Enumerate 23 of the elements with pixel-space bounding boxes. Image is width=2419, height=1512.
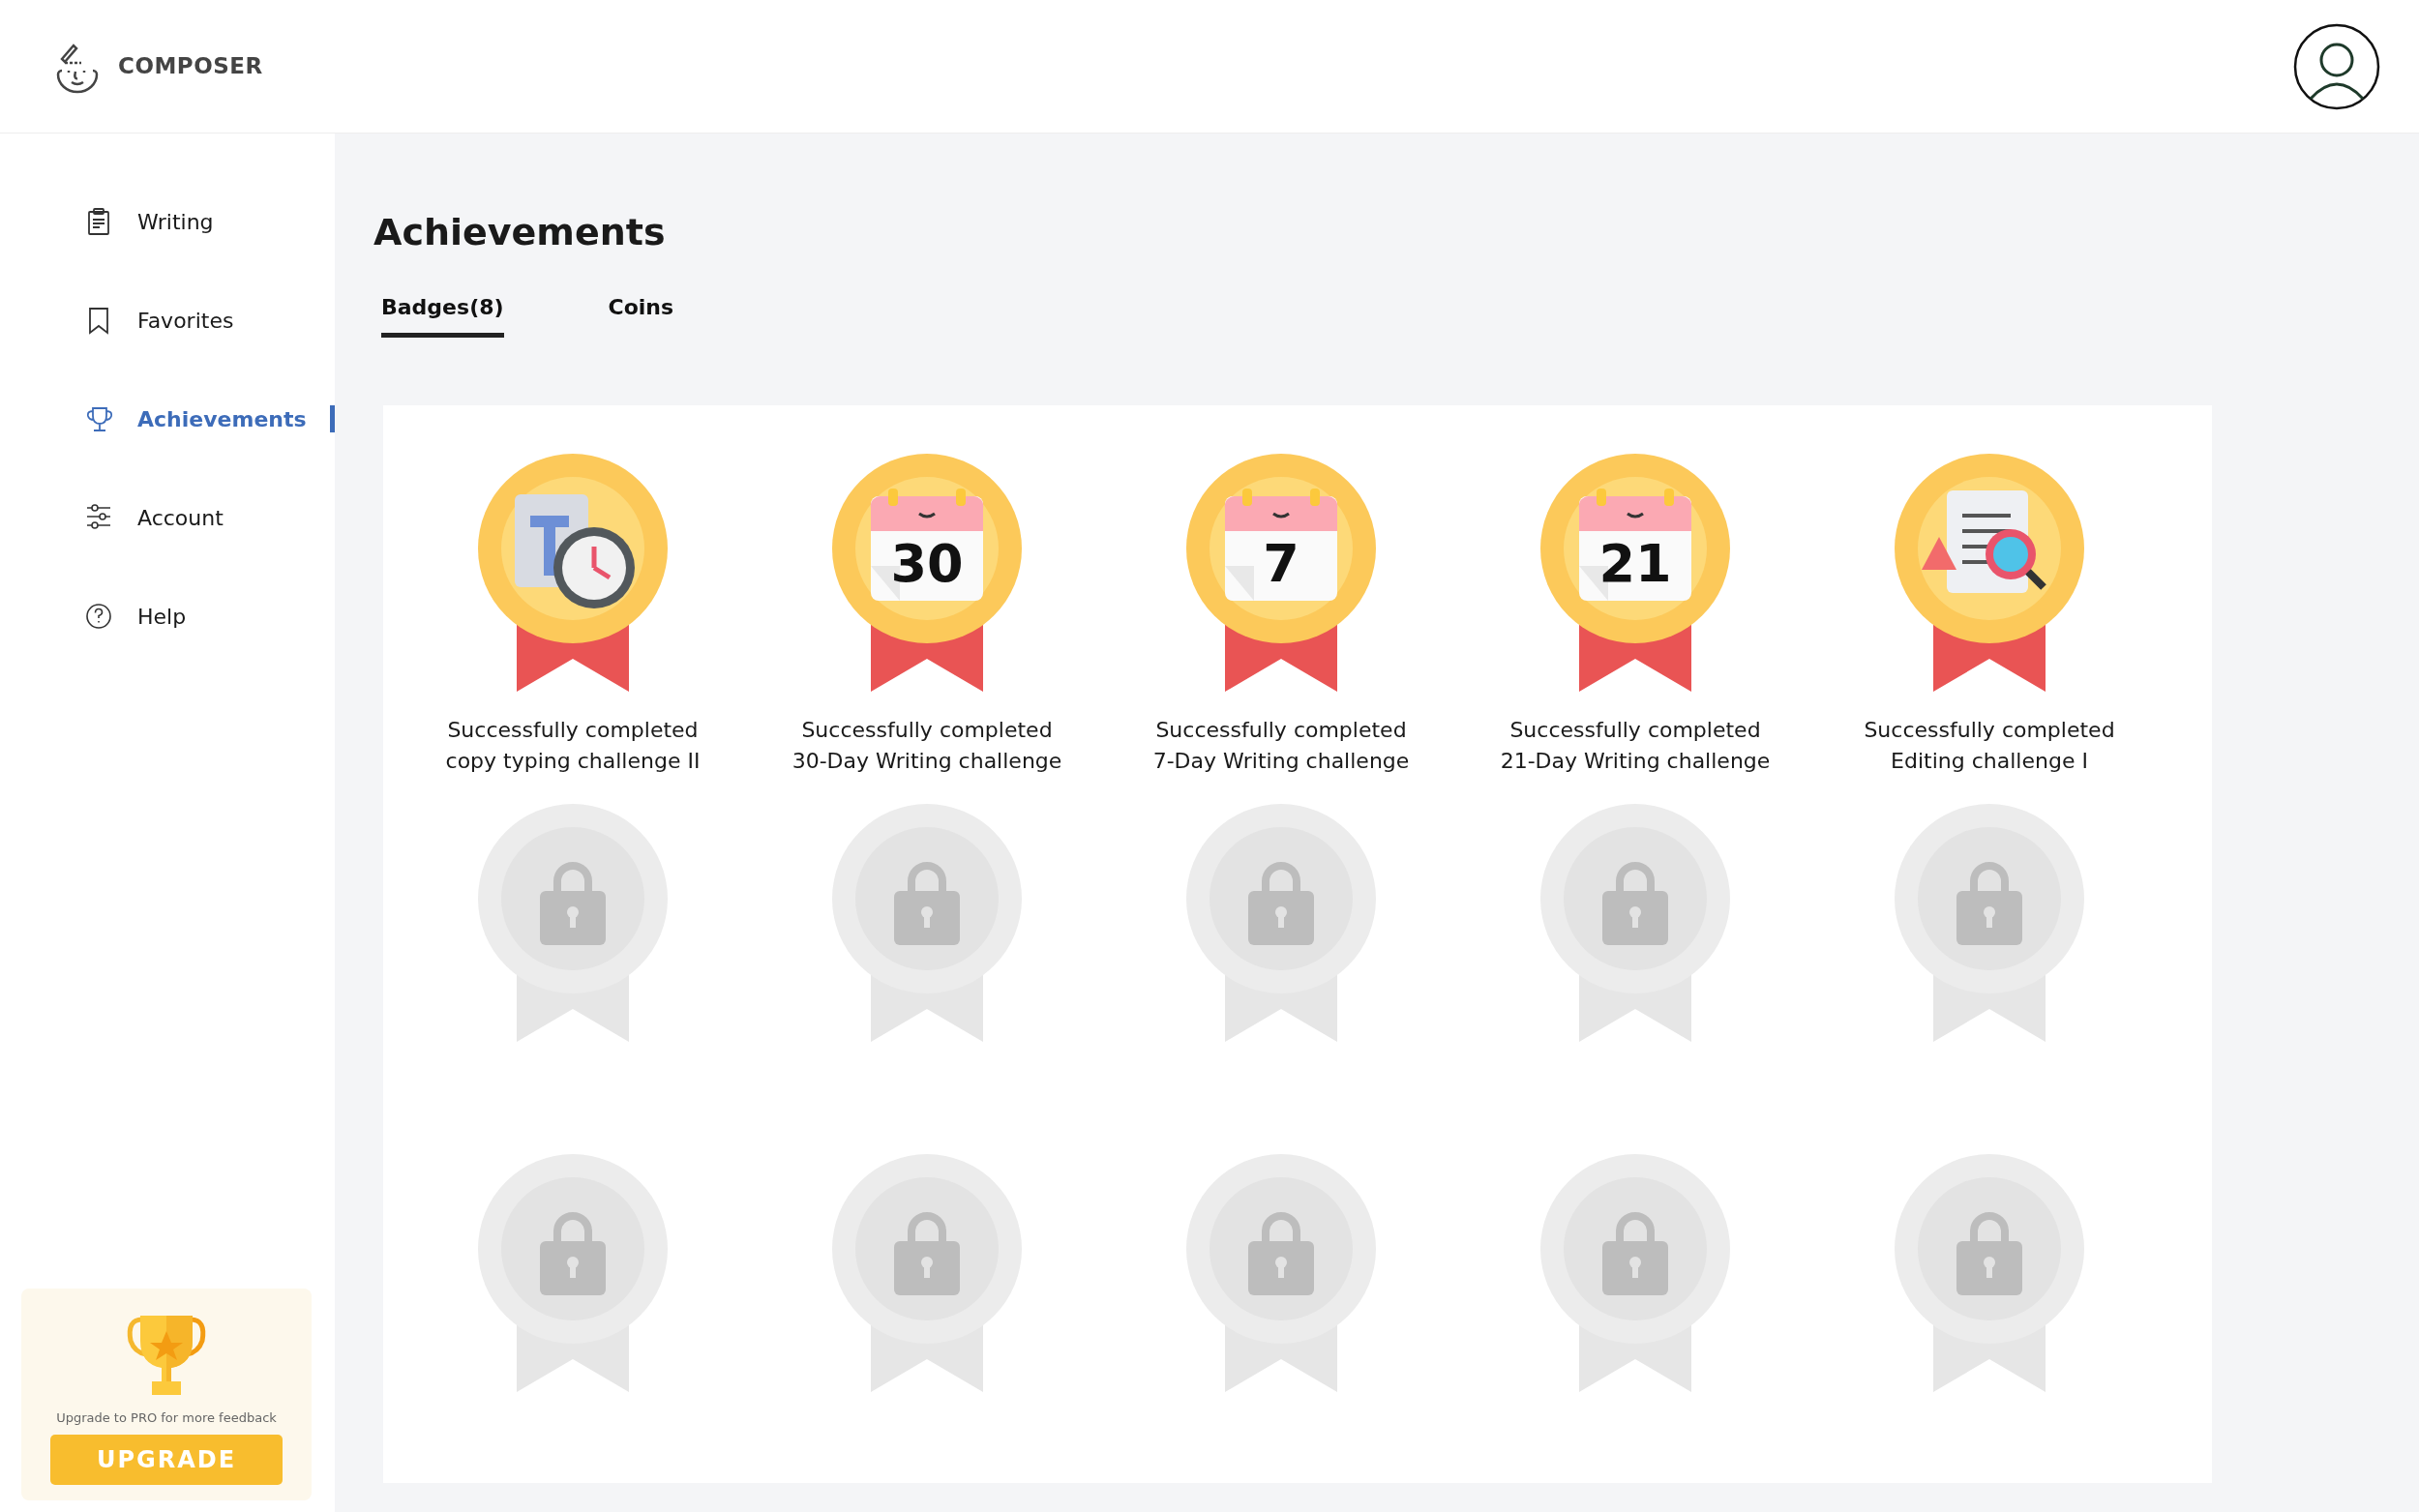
tab[interactable]: Coins [608,291,674,338]
avatar-icon[interactable] [2293,22,2380,110]
calendar-number: 30 [890,533,964,594]
badge-caption: Successfully completed 21-Day Writing challenge [1500,717,1771,775]
sidebar-item[interactable]: Account [0,468,335,567]
help-icon [85,602,112,631]
sidebar-item[interactable]: Achievements [0,370,335,468]
badge-caption: Successfully completed 30-Day Writing challenge [791,717,1062,775]
badge-caption: Successfully completed copy typing challenge II [445,717,701,775]
trophy-icon [85,404,112,433]
calendar-number: 7 [1263,533,1299,594]
upgrade-prompt: Upgrade to PRO for more feedback [56,1408,277,1427]
sidebar-item[interactable]: Favorites [0,271,335,370]
badge-caption: Successfully completed Editing challenge I [1864,717,2115,775]
sidebar-item[interactable]: Help [0,567,335,666]
tab[interactable]: Badges(8) [381,291,504,338]
page-title: Achievements [373,210,667,255]
sliders-icon [85,503,112,532]
clipboard-icon [85,207,112,236]
calendar-number: 21 [1598,533,1672,594]
sidebar-item[interactable]: Writing [0,172,335,271]
badge-caption: Successfully completed 7-Day Writing challenge [1152,717,1410,775]
app-name: COMPOSER [118,52,263,81]
